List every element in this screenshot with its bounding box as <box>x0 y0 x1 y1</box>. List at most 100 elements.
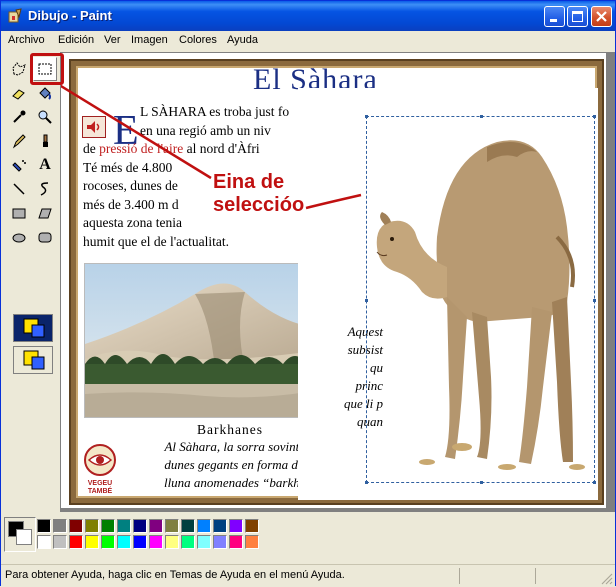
curve-icon <box>40 182 49 196</box>
title-bar[interactable]: Dibujo - Paint <box>1 1 615 31</box>
selection-rectangle[interactable] <box>365 115 596 484</box>
paragraph-line: de pressió de l'aire al nord d'Àfri <box>83 140 303 159</box>
minimize-icon <box>550 19 557 22</box>
brush-tool[interactable] <box>33 129 57 153</box>
selection-handle[interactable] <box>365 481 368 484</box>
color-swatch[interactable] <box>229 519 243 533</box>
color-swatch[interactable] <box>245 519 259 533</box>
brush-icon <box>43 134 48 147</box>
color-swatch[interactable] <box>197 519 211 533</box>
selection-handle[interactable] <box>593 115 596 118</box>
color-swatch[interactable] <box>165 535 179 549</box>
photo-caption-title: Barkhanes <box>197 422 263 437</box>
color-swatch[interactable] <box>85 535 99 549</box>
curve-tool[interactable] <box>33 177 57 201</box>
close-icon <box>596 11 607 22</box>
color-picker-tool[interactable] <box>7 105 31 129</box>
maximize-icon <box>572 11 583 22</box>
line-icon <box>13 183 25 195</box>
color-swatch[interactable] <box>229 535 243 549</box>
color-swatch[interactable] <box>213 535 227 549</box>
status-separator <box>459 568 460 584</box>
background-color <box>16 529 32 545</box>
rounded-rect-icon <box>38 232 52 243</box>
color-swatch[interactable] <box>133 535 147 549</box>
see-also-label: VEGEU <box>87 480 113 487</box>
callout-label-line1: Eina de <box>213 171 285 193</box>
current-colors[interactable] <box>4 517 36 552</box>
color-swatch[interactable] <box>53 535 67 549</box>
color-swatch[interactable] <box>37 519 51 533</box>
pencil-icon <box>12 134 26 149</box>
rectangle-icon <box>12 208 26 219</box>
window-title: Dibujo - Paint <box>28 8 112 23</box>
status-text: Para obtener Ayuda, haga clic en Temas d… <box>5 569 345 581</box>
free-form-select-icon <box>12 62 26 76</box>
ellipse-tool[interactable] <box>7 225 31 249</box>
paragraph-text: de <box>83 141 100 156</box>
text-tool[interactable]: A <box>33 153 57 177</box>
maximize-button[interactable] <box>567 6 588 27</box>
color-picker-icon <box>13 110 26 123</box>
color-swatch[interactable] <box>149 519 163 533</box>
color-swatch[interactable] <box>101 519 115 533</box>
eraser-tool[interactable] <box>7 81 31 105</box>
opaque-option[interactable] <box>13 314 53 342</box>
menu-imagen[interactable]: Imagen <box>131 34 168 46</box>
airbrush-icon <box>12 160 26 172</box>
status-separator <box>535 568 536 584</box>
paragraph-line: L SÀHARA es troba just fo <box>140 104 290 119</box>
color-swatch[interactable] <box>165 519 179 533</box>
transparent-option[interactable] <box>13 346 53 374</box>
selection-handle[interactable] <box>593 481 596 484</box>
airbrush-tool[interactable] <box>7 153 31 177</box>
see-also-button[interactable]: VEGEU TAMBÉ <box>83 443 117 497</box>
color-swatch[interactable] <box>245 535 259 549</box>
rectangle-tool[interactable] <box>7 201 31 225</box>
minimize-button[interactable] <box>544 6 565 27</box>
fill-icon <box>39 87 51 100</box>
tool-highlight-box <box>30 53 64 85</box>
canvas-area[interactable]: El Sàhara E L SÀHARA es troba just fo en… <box>60 52 615 512</box>
drawing-canvas[interactable]: El Sàhara E L SÀHARA es troba just fo en… <box>61 53 606 508</box>
ellipse-icon <box>12 233 26 243</box>
text-icon: A <box>39 156 51 173</box>
close-button[interactable] <box>591 6 612 27</box>
menu-archivo[interactable]: Archivo <box>8 34 45 46</box>
color-palette <box>1 514 615 558</box>
color-swatch[interactable] <box>197 535 211 549</box>
menu-bar: Archivo Edición Ver Imagen Colores Ayuda <box>1 31 615 50</box>
color-swatch[interactable] <box>117 535 131 549</box>
magnifier-tool[interactable] <box>33 105 57 129</box>
resize-grip-icon[interactable] <box>601 573 613 585</box>
polygon-icon <box>38 208 52 219</box>
color-swatch[interactable] <box>181 535 195 549</box>
color-swatch[interactable] <box>213 519 227 533</box>
color-swatch[interactable] <box>181 519 195 533</box>
paragraph-line: en una regió amb un niv <box>140 122 271 138</box>
desert-photo <box>84 263 308 418</box>
menu-ayuda[interactable]: Ayuda <box>227 34 258 46</box>
color-swatch[interactable] <box>101 535 115 549</box>
color-swatch[interactable] <box>117 519 131 533</box>
free-form-select-tool[interactable] <box>7 57 31 81</box>
see-also-label: TAMBÉ <box>87 488 113 495</box>
rounded-rect-tool[interactable] <box>33 225 57 249</box>
pencil-tool[interactable] <box>7 129 31 153</box>
color-swatch[interactable] <box>37 535 51 549</box>
color-swatch[interactable] <box>133 519 147 533</box>
tool-options <box>13 314 55 378</box>
color-swatch[interactable] <box>69 535 83 549</box>
highlight-link[interactable]: pressió de l'aire <box>99 141 183 156</box>
color-swatch[interactable] <box>53 519 67 533</box>
polygon-tool[interactable] <box>33 201 57 225</box>
selection-handle[interactable] <box>480 481 483 484</box>
menu-edicion[interactable]: Edición <box>58 34 94 46</box>
color-swatch[interactable] <box>85 519 99 533</box>
color-swatch[interactable] <box>69 519 83 533</box>
color-swatch[interactable] <box>149 535 163 549</box>
menu-ver[interactable]: Ver <box>104 34 121 46</box>
line-tool[interactable] <box>7 177 31 201</box>
selection-handle[interactable] <box>593 299 596 302</box>
menu-colores[interactable]: Colores <box>179 34 217 46</box>
